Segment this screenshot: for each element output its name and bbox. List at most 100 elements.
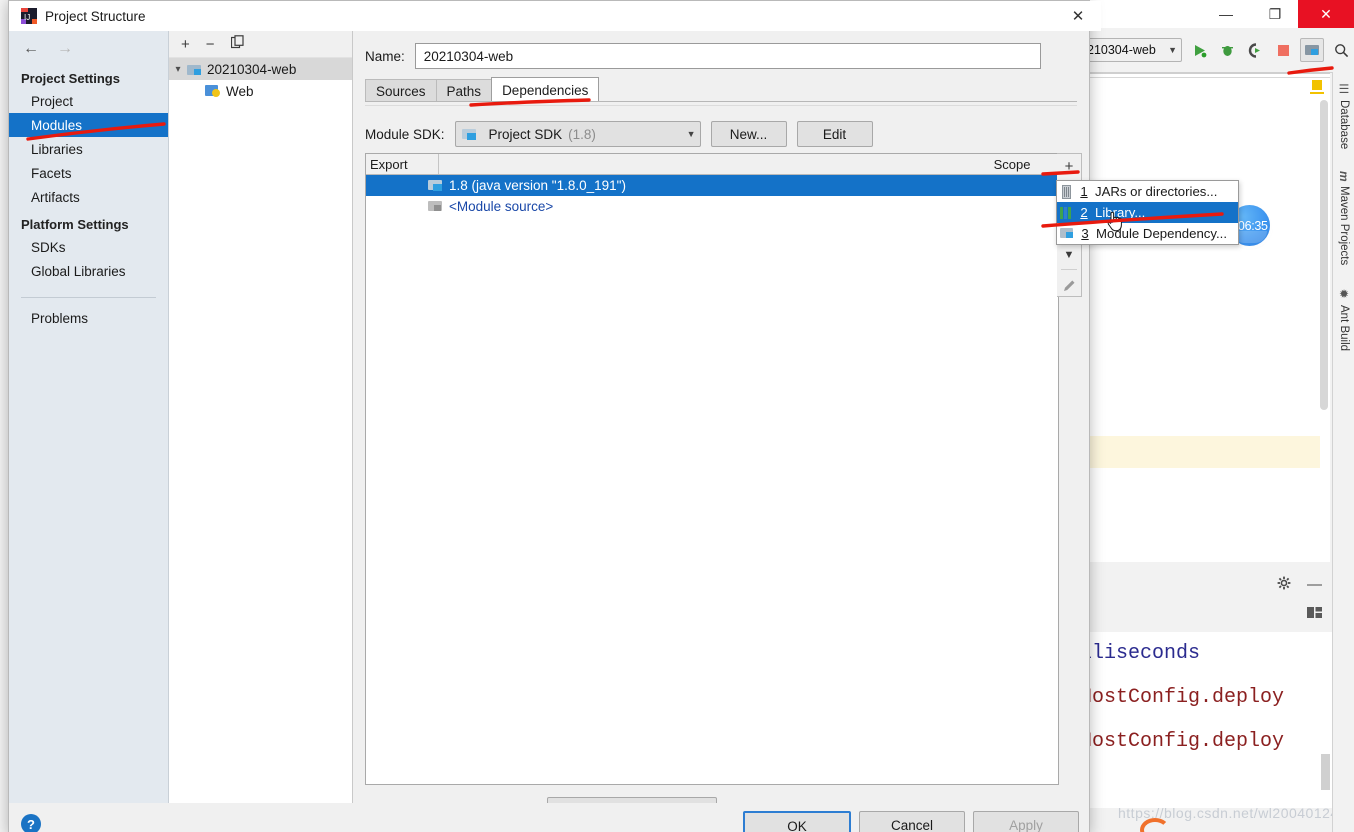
run-icon[interactable] (1188, 39, 1210, 61)
stop-icon[interactable] (1272, 39, 1294, 61)
edit-pencil-icon[interactable] (1058, 274, 1080, 296)
dialog-title-bar: IJ Project Structure ✕ (9, 1, 1101, 31)
run-with-coverage-icon[interactable] (1244, 39, 1266, 61)
module-folder-icon (187, 63, 202, 76)
tab-label: Paths (446, 83, 482, 99)
copy-icon[interactable] (230, 35, 245, 53)
editor-marker-yellow (1312, 80, 1322, 90)
run-configuration-label: 210304-web (1087, 43, 1156, 57)
console-scrollbar[interactable] (1321, 754, 1330, 790)
tree-node-module[interactable]: ▾ 20210304-web (169, 58, 352, 80)
add-dependency-button[interactable]: + (1058, 156, 1080, 178)
edit-sdk-button[interactable]: Edit (796, 121, 873, 147)
sidebar-item-problems[interactable]: Problems (9, 306, 168, 330)
tab-paths[interactable]: Paths (435, 79, 493, 102)
tab-sources[interactable]: Sources (365, 79, 437, 102)
cancel-button[interactable]: Cancel (859, 811, 965, 832)
chevron-down-icon: ▼ (1168, 45, 1177, 55)
apply-button-label: Apply (1009, 817, 1043, 832)
debug-icon[interactable] (1216, 39, 1238, 61)
column-header-export[interactable]: Export (366, 154, 439, 174)
module-name-row: Name: 20210304-web (365, 43, 1041, 69)
layout-icon[interactable] (1307, 606, 1322, 621)
window-close-button[interactable]: ✕ (1298, 0, 1354, 28)
sidebar-item-sdks[interactable]: SDKs (9, 235, 168, 259)
web-facet-icon (205, 84, 221, 98)
module-sdk-version: (1.8) (568, 126, 596, 142)
console-line: lliseconds (1080, 642, 1201, 665)
search-everywhere-icon[interactable] (1330, 39, 1352, 61)
module-sdk-label: Module SDK: (365, 126, 445, 142)
maven-icon: m (1337, 171, 1351, 182)
arrow-left-icon[interactable]: ← (23, 40, 39, 58)
console-line: HostConfig.deploy (1080, 730, 1285, 753)
database-icon: ☰ (1337, 82, 1351, 96)
intellij-idea-icon: IJ (21, 8, 37, 24)
modules-tree-panel: + − ▾ 20210304-web Web (169, 31, 353, 803)
editor-divider (1080, 72, 1330, 74)
sidebar-item-global-libraries[interactable]: Global Libraries (9, 259, 168, 283)
sidebar-item-label: Libraries (31, 141, 83, 157)
sidebar-item-libraries[interactable]: Libraries (9, 137, 168, 161)
menu-item-mnemonic: 1 (1080, 184, 1088, 199)
column-header-scope[interactable]: Scope (966, 157, 1058, 172)
window-maximize-button[interactable]: ❐ (1252, 0, 1298, 28)
ide-main-toolbar: 210304-web ▼ (1080, 28, 1354, 73)
plus-icon[interactable]: + (181, 36, 190, 53)
tree-node-label: Web (226, 83, 254, 99)
ok-button[interactable]: OK (743, 811, 851, 832)
ide-tool-window-header: — (1080, 562, 1332, 633)
editor-marker-yellow-line (1310, 92, 1324, 94)
module-sdk-row: Module SDK: Project SDK (1.8) ▼ New... E… (365, 121, 873, 147)
tab-label: Dependencies (502, 82, 589, 98)
window-minimize-button[interactable]: — (1203, 0, 1249, 28)
sidebar-item-label: Global Libraries (31, 263, 126, 279)
module-editor-panel: Name: 20210304-web Sources Paths Depende… (353, 31, 1089, 823)
project-structure-icon[interactable] (1300, 38, 1324, 62)
run-configuration-selector[interactable]: 210304-web ▼ (1084, 38, 1182, 62)
ide-editor-area: 106:35 (1080, 72, 1330, 563)
module-sdk-value: Project SDK (488, 126, 563, 142)
sidebar-item-label: Artifacts (31, 189, 80, 205)
tree-node-facet[interactable]: Web (169, 80, 352, 102)
menu-item-library[interactable]: 2 Library... (1057, 202, 1238, 223)
ok-button-label: OK (787, 818, 807, 832)
close-icon[interactable]: ✕ (1055, 1, 1101, 31)
ide-right-tool-strip: ☰ Database m Maven Projects ✹ Ant Build (1332, 72, 1354, 832)
module-name-input[interactable]: 20210304-web (414, 43, 1041, 69)
module-name-label-text: Name: (365, 48, 405, 64)
tool-window-maven[interactable]: m Maven Projects (1337, 171, 1351, 265)
minus-icon[interactable]: − (206, 36, 215, 53)
arrow-right-icon: → (57, 40, 73, 57)
table-row-label: <Module source> (449, 199, 554, 214)
cancel-button-label: Cancel (890, 817, 934, 832)
tool-window-database[interactable]: ☰ Database (1337, 82, 1351, 149)
table-row[interactable]: <Module source> (366, 196, 1058, 217)
tool-window-label: Ant Build (1338, 305, 1350, 352)
module-sdk-select[interactable]: Project SDK (1.8) ▼ (454, 121, 701, 147)
module-name-value: 20210304-web (423, 48, 514, 64)
menu-item-jars-or-directories[interactable]: 1 JARs or directories... (1057, 181, 1238, 202)
console-line: HostConfig.deploy (1080, 686, 1285, 709)
minimize-icon[interactable]: — (1307, 576, 1322, 593)
sidebar-item-artifacts[interactable]: Artifacts (9, 185, 168, 209)
sidebar-item-label: Project (31, 93, 74, 109)
tool-window-label: Maven Projects (1338, 185, 1350, 266)
tabs-underline (365, 101, 1077, 102)
chevron-down-icon[interactable]: ▾ (169, 64, 187, 75)
sidebar-item-project[interactable]: Project (9, 89, 168, 113)
tool-window-ant-build[interactable]: ✹ Ant Build (1337, 287, 1351, 351)
sidebar-item-modules[interactable]: Modules (9, 113, 168, 137)
new-sdk-button[interactable]: New... (710, 121, 787, 147)
new-sdk-label: New... (729, 126, 768, 142)
editor-highlighted-line (1080, 436, 1320, 468)
help-button[interactable]: ? (21, 814, 41, 832)
tab-dependencies[interactable]: Dependencies (491, 77, 600, 102)
table-row[interactable]: 1.8 (java version "1.8.0_191") (366, 175, 1058, 196)
sidebar-item-facets[interactable]: Facets (9, 161, 168, 185)
gear-icon[interactable] (1277, 576, 1291, 593)
menu-item-module-dependency[interactable]: 3 Module Dependency... (1057, 223, 1238, 244)
table-row-label: 1.8 (java version "1.8.0_191") (449, 178, 626, 193)
editor-scrollbar[interactable] (1320, 100, 1328, 410)
move-down-button[interactable]: ▼ (1058, 244, 1080, 266)
